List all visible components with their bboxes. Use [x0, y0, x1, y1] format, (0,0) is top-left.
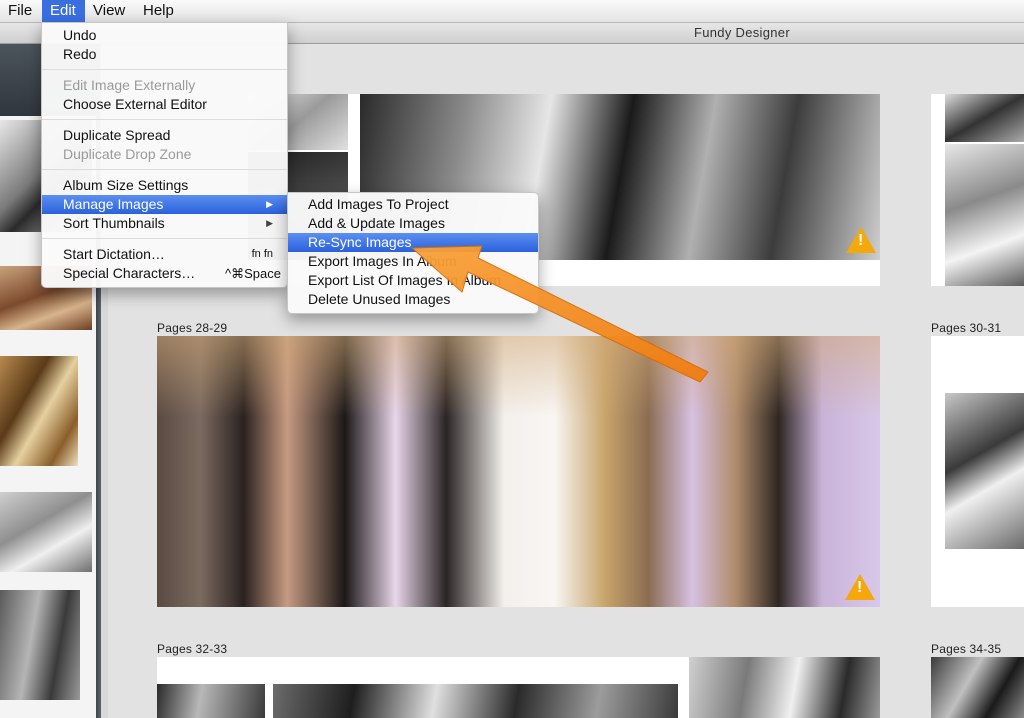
menu-item-export-images-in-album[interactable]: Export Images In Album	[288, 252, 538, 271]
spread-label: Pages 34-35	[931, 642, 1002, 656]
menu-item-label: Manage Images	[63, 196, 164, 212]
menu-item-label: Sort Thumbnails	[63, 215, 165, 231]
menu-item-special-characters[interactable]: Special Characters… ^⌘Space	[42, 264, 287, 283]
menu-item-shortcut: fn fn	[251, 248, 273, 260]
menu-help[interactable]: Help	[135, 0, 185, 22]
menu-view[interactable]: View	[85, 0, 135, 22]
menu-bar: File Edit View Help	[0, 0, 1024, 23]
menu-item-edit-image-externally: Edit Image Externally	[42, 76, 287, 95]
menu-item-label: Re-Sync Images	[308, 234, 412, 250]
submenu-arrow-icon: ▶	[266, 199, 273, 209]
menu-item-label: Add Images To Project	[308, 196, 449, 212]
spread-right-top[interactable]	[931, 94, 1024, 286]
menu-item-redo[interactable]: Redo	[42, 45, 287, 64]
thumbnail-image[interactable]	[0, 356, 78, 466]
spread-28-29[interactable]: !	[157, 336, 880, 607]
spread-label: Pages 32-33	[157, 642, 228, 656]
menu-item-duplicate-spread[interactable]: Duplicate Spread	[42, 126, 287, 145]
menu-item-label: Duplicate Spread	[63, 127, 171, 143]
manage-images-submenu: Add Images To Project Add & Update Image…	[287, 192, 539, 314]
menu-item-label: Start Dictation…	[63, 246, 165, 262]
menu-item-duplicate-drop-zone: Duplicate Drop Zone	[42, 145, 287, 164]
warning-triangle-icon[interactable]: !	[845, 574, 875, 600]
menu-item-label: Album Size Settings	[63, 177, 189, 193]
spread-30-31[interactable]	[931, 336, 1024, 607]
menu-item-label: Export Images In Album	[308, 253, 457, 269]
menu-item-manage-images[interactable]: Manage Images ▶	[42, 195, 287, 214]
menu-item-shortcut: ^⌘Space	[225, 266, 281, 281]
spread-photo[interactable]	[945, 144, 1024, 286]
menu-item-label: Delete Unused Images	[308, 291, 451, 307]
menu-separator	[42, 169, 287, 170]
spread-photo[interactable]	[931, 657, 1024, 718]
menu-item-label: Special Characters…	[63, 265, 196, 281]
spread-photo[interactable]: !	[157, 336, 880, 607]
menu-item-label: Edit Image Externally	[63, 77, 196, 93]
spread-32-33[interactable]	[157, 657, 880, 718]
menu-item-label: Duplicate Drop Zone	[63, 146, 192, 162]
menu-item-label: Export List Of Images In Album	[308, 272, 501, 288]
menu-item-album-size-settings[interactable]: Album Size Settings	[42, 176, 287, 195]
edit-menu: Undo Redo Edit Image Externally Choose E…	[41, 22, 288, 288]
spread-photo[interactable]	[157, 684, 265, 718]
spread-label: Pages 28-29	[157, 321, 228, 335]
spread-label: Pages 30-31	[931, 321, 1002, 335]
window-title: Fundy Designer	[694, 25, 790, 40]
menu-item-undo[interactable]: Undo	[42, 26, 287, 45]
spread-photo[interactable]	[689, 657, 880, 718]
menu-item-delete-unused-images[interactable]: Delete Unused Images	[288, 290, 538, 309]
menu-item-start-dictation[interactable]: Start Dictation… fn fn	[42, 245, 287, 264]
spread-photo[interactable]	[273, 684, 678, 718]
menu-item-label: Redo	[63, 46, 97, 62]
submenu-arrow-icon: ▶	[266, 218, 273, 228]
thumbnail-image[interactable]	[0, 492, 92, 572]
menu-separator	[42, 69, 287, 70]
menu-separator	[42, 238, 287, 239]
thumbnail-image[interactable]	[0, 590, 80, 700]
menu-item-label: Add & Update Images	[308, 215, 445, 231]
warning-triangle-icon[interactable]: !	[846, 227, 876, 253]
menu-edit[interactable]: Edit	[42, 0, 85, 22]
menu-item-export-list-of-images[interactable]: Export List Of Images In Album	[288, 271, 538, 290]
menu-item-add-update-images[interactable]: Add & Update Images	[288, 214, 538, 233]
menu-file[interactable]: File	[0, 0, 42, 22]
menu-item-sort-thumbnails[interactable]: Sort Thumbnails ▶	[42, 214, 287, 233]
menu-item-label: Choose External Editor	[63, 96, 207, 112]
spread-photo[interactable]	[945, 94, 1024, 142]
spread-34-35[interactable]	[931, 657, 1024, 718]
spread-photo[interactable]	[945, 393, 1024, 549]
menu-item-label: Undo	[63, 27, 97, 43]
menu-item-re-sync-images[interactable]: Re-Sync Images	[288, 233, 538, 252]
menu-item-add-images-to-project[interactable]: Add Images To Project	[288, 195, 538, 214]
menu-item-choose-external-editor[interactable]: Choose External Editor	[42, 95, 287, 114]
menu-separator	[42, 119, 287, 120]
